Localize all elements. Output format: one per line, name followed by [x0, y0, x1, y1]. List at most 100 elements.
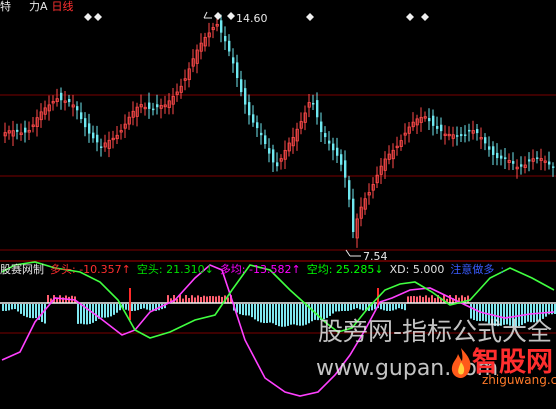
histogram-bar — [407, 296, 409, 303]
histogram-bar — [263, 304, 265, 324]
histogram-bar — [344, 304, 346, 311]
histogram-bar — [293, 304, 295, 325]
candle-body — [352, 198, 355, 233]
top-toolbar: 特 力A 日线 — [0, 0, 74, 14]
indicator-signal-tail: : — [500, 263, 505, 276]
candle-body — [428, 118, 431, 122]
candle-body — [248, 102, 251, 116]
histogram-bar — [242, 304, 244, 316]
histogram-bar — [422, 297, 424, 303]
histogram-bar — [362, 304, 364, 311]
histogram-bar — [86, 304, 88, 325]
histogram-bar — [359, 304, 361, 310]
histogram-bar — [311, 304, 313, 322]
histogram-bar — [269, 304, 271, 323]
histogram-bar — [218, 295, 220, 303]
histogram-bar — [209, 296, 211, 303]
histogram-bar — [2, 304, 4, 311]
histogram-bar — [419, 295, 421, 303]
histogram-bar — [101, 304, 103, 318]
candle-body — [16, 129, 19, 132]
signal-marker — [406, 13, 414, 21]
histogram-bar — [398, 304, 400, 309]
histogram-bar — [356, 304, 358, 309]
candle-body — [332, 143, 335, 151]
histogram-bar — [299, 304, 301, 326]
candle-body — [228, 40, 231, 52]
histogram-bar — [173, 295, 175, 303]
histogram-bar — [131, 304, 133, 311]
candle-body — [500, 155, 503, 159]
histogram-bar — [287, 304, 289, 326]
histogram-bar — [395, 304, 397, 310]
histogram-bar — [215, 296, 217, 303]
candle-body — [96, 134, 99, 143]
histogram-bar — [410, 296, 412, 303]
site-logo: 智股网 zhiguwang.cn — [448, 340, 556, 409]
candle-body — [84, 118, 87, 128]
histogram-bar — [380, 304, 382, 310]
histogram-bar — [140, 304, 142, 309]
histogram-bar — [290, 304, 292, 325]
candle-body — [76, 106, 79, 111]
histogram-bar — [455, 295, 457, 303]
histogram-bar — [302, 304, 304, 326]
candle-body — [60, 92, 63, 101]
histogram-bar — [116, 304, 118, 313]
indicator-value-bear: 空头: 21.310↓ — [136, 263, 214, 276]
candle-body — [340, 154, 343, 165]
histogram-bar — [44, 304, 46, 324]
histogram-bar — [275, 304, 277, 325]
histogram-bar — [212, 296, 214, 303]
candle-body — [276, 162, 279, 167]
histogram-bar — [350, 304, 352, 311]
histogram-bar — [383, 304, 385, 311]
candle-body — [488, 146, 491, 150]
candle-body — [80, 112, 83, 120]
histogram-bar — [338, 304, 340, 312]
candle-body — [328, 140, 331, 144]
histogram-bar — [185, 295, 187, 303]
histogram-bar — [29, 304, 31, 318]
histogram-bar — [401, 304, 403, 310]
high-price-label: 14.60 — [236, 12, 268, 25]
histogram-bar — [197, 295, 199, 303]
candle-body — [456, 135, 459, 137]
histogram-bar — [281, 304, 283, 327]
candle-body — [252, 114, 255, 123]
stock-name-label: 特 — [0, 0, 11, 13]
candle-body — [148, 102, 151, 109]
histogram-bar — [257, 304, 259, 322]
histogram-bar — [95, 304, 97, 322]
histogram-bar — [260, 304, 262, 323]
histogram-bar — [167, 295, 169, 303]
logo-site-text: zhiguwang.cn — [482, 373, 556, 387]
histogram-bar — [125, 304, 127, 310]
histogram-bar — [206, 296, 208, 303]
histogram-bar — [107, 304, 109, 318]
histogram-bar — [17, 304, 19, 312]
candle-body — [344, 160, 347, 178]
candle-body — [224, 36, 227, 42]
candle-body — [548, 161, 551, 165]
candle-body — [440, 124, 443, 132]
candle-body — [236, 62, 239, 79]
histogram-bar — [23, 304, 25, 316]
histogram-bar — [278, 304, 280, 327]
candle-body — [468, 129, 471, 132]
indicator-value-bull: 多头: -10.357↑ — [50, 263, 131, 276]
indicator-title: 股赛网制 — [0, 263, 44, 276]
candle-body — [432, 115, 435, 126]
histogram-bar — [347, 304, 349, 311]
histogram-bar — [389, 304, 391, 311]
candle-body — [528, 159, 531, 162]
indicator-value-xd: XD: 5.000 — [389, 263, 445, 276]
candle-body — [536, 157, 539, 159]
histogram-bar — [416, 296, 418, 303]
histogram-bar — [413, 296, 415, 303]
histogram-bar — [200, 296, 202, 303]
indicator-info-bar: 股赛网制 多头: -10.357↑ 空头: 21.310↓ 多均: -13.58… — [0, 262, 504, 278]
period-label[interactable]: 日线 — [52, 0, 74, 14]
indicator-value-bear-avg: 空均: 25.285↓ — [306, 263, 384, 276]
candle-body — [68, 99, 71, 103]
